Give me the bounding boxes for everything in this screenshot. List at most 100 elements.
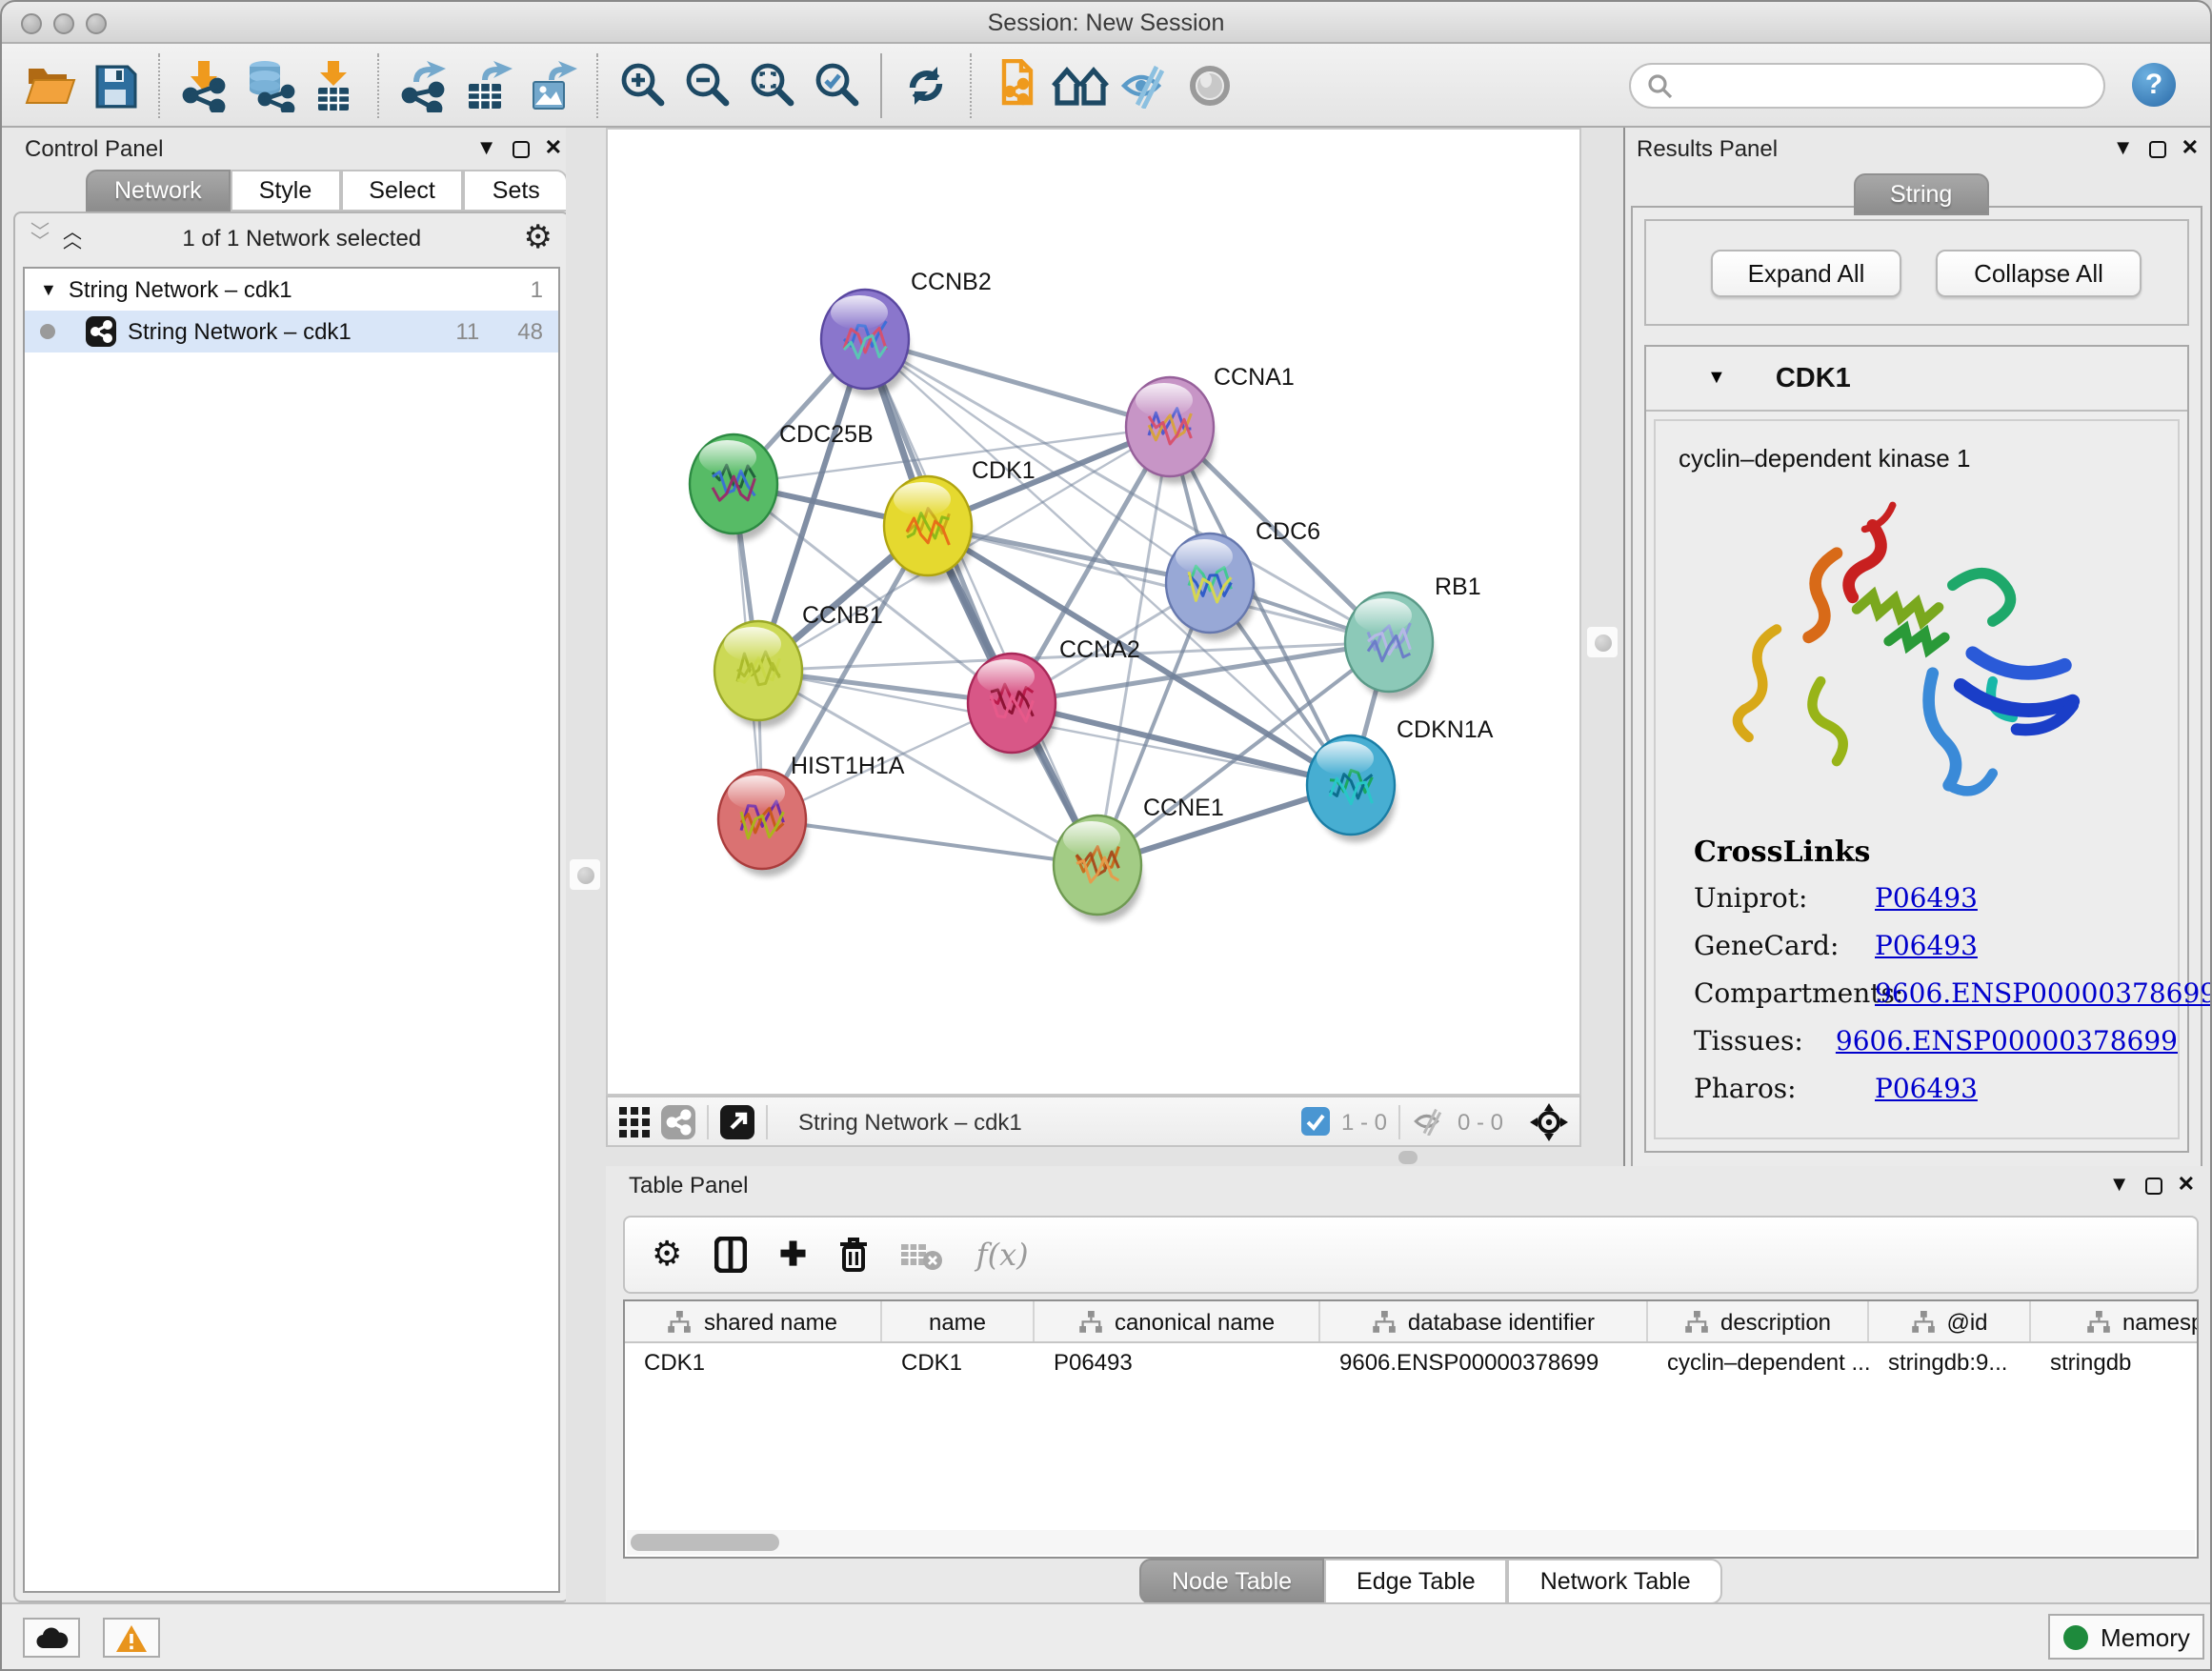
tab-style[interactable]: Style [231, 170, 341, 211]
tab-select[interactable]: Select [340, 170, 464, 211]
hide-icon[interactable] [1113, 50, 1177, 119]
right-splitter-handle[interactable] [1587, 627, 1618, 657]
expand-all-icon[interactable]: ︿︿ [63, 228, 80, 249]
table-hscrollbar-thumb[interactable] [631, 1534, 779, 1551]
table-row[interactable]: CDK1CDK1P064939606.ENSP00000378699cyclin… [625, 1343, 2197, 1385]
column-header-canonical-name[interactable]: canonical name [1035, 1301, 1320, 1341]
add-column-plus-icon[interactable]: ✚ [779, 1236, 807, 1274]
network-row[interactable]: String Network – cdk1 11 48 [25, 311, 558, 352]
network-node-ccnb2[interactable] [821, 290, 910, 396]
collapse-arrow-icon[interactable]: ▼ [40, 280, 57, 299]
crosslink-link[interactable]: 9606.ENSP00000378699 [1836, 1027, 2178, 1057]
table-cell[interactable]: P06493 [1035, 1343, 1320, 1385]
tab-sets[interactable]: Sets [464, 170, 569, 211]
tab-node-table[interactable]: Node Table [1139, 1559, 1324, 1604]
crosslink-link[interactable]: P06493 [1875, 884, 1978, 915]
table-cell[interactable]: 9606.ENSP00000378699 [1320, 1343, 1648, 1385]
column-header-database-identifier[interactable]: database identifier [1320, 1301, 1648, 1341]
column-header-namespace[interactable]: namespace [2031, 1301, 2199, 1341]
network-edge[interactable] [762, 819, 1097, 865]
collapse-all-button[interactable]: Collapse All [1936, 250, 2142, 297]
close-panel-icon[interactable]: ✕ [2178, 1175, 2195, 1196]
table-hscrollbar[interactable] [627, 1530, 2195, 1555]
left-splitter[interactable] [566, 128, 606, 1602]
refresh-icon[interactable] [894, 50, 958, 119]
crosslink-link[interactable]: P06493 [1875, 932, 1978, 962]
gear-icon[interactable]: ⚙ [524, 219, 553, 257]
network-node-cdc25b[interactable] [690, 434, 778, 541]
network-edge[interactable] [865, 339, 1170, 427]
import-database-icon[interactable] [236, 50, 301, 119]
help-icon[interactable]: ? [2132, 63, 2176, 107]
column-header-name[interactable]: name [882, 1301, 1035, 1341]
delete-table-icon[interactable] [902, 1239, 944, 1270]
zoom-fit-icon[interactable] [739, 50, 804, 119]
panel-menu-icon[interactable]: ▼ [2109, 1175, 2130, 1196]
horizontal-splitter-handle[interactable] [1398, 1150, 1418, 1163]
network-edge[interactable] [865, 339, 1097, 865]
hidden-eye-slash-icon[interactable] [1412, 1107, 1446, 1136]
memory-button[interactable]: Memory [2048, 1614, 2204, 1660]
left-splitter-handle[interactable] [570, 859, 600, 890]
network-node-cdk1[interactable] [884, 476, 973, 583]
cdk1-section-header[interactable]: ▼ CDK1 [1646, 347, 2187, 412]
float-panel-icon[interactable] [2145, 1177, 2162, 1194]
tab-string[interactable]: String [1854, 173, 1988, 215]
search-input[interactable] [1629, 62, 2105, 108]
close-panel-icon[interactable]: ✕ [2182, 138, 2199, 159]
share-document-icon[interactable] [983, 50, 1048, 119]
network-node-ccnb1[interactable] [714, 621, 803, 728]
column-header-description[interactable]: description [1648, 1301, 1869, 1341]
warning-status-button[interactable] [103, 1618, 160, 1658]
orb-icon[interactable] [1177, 50, 1242, 119]
show-columns-icon[interactable] [714, 1237, 747, 1273]
network-canvas[interactable]: CCNB2CCNA1CDC25BCDK1CDC6RB1CCNB1CCNA2CDK… [606, 128, 1581, 1096]
tab-network-table[interactable]: Network Table [1508, 1559, 1723, 1604]
column-header--id[interactable]: @id [1869, 1301, 2031, 1341]
export-table-icon[interactable] [455, 50, 520, 119]
zoom-selected-icon[interactable] [804, 50, 869, 119]
network-node-ccne1[interactable] [1054, 815, 1142, 922]
crosslink-link[interactable]: P06493 [1875, 1075, 1978, 1105]
network-node-cdkn1a[interactable] [1307, 735, 1396, 842]
open-session-icon[interactable] [17, 50, 82, 119]
table-cell[interactable]: CDK1 [625, 1343, 882, 1385]
network-node-hist1h1a[interactable] [718, 770, 807, 876]
network-view-icon[interactable] [661, 1104, 695, 1138]
import-table-icon[interactable] [301, 50, 366, 119]
panel-menu-icon[interactable]: ▼ [2113, 138, 2134, 159]
zoom-in-icon[interactable] [610, 50, 674, 119]
network-collection-row[interactable]: ▼ String Network – cdk1 1 [25, 269, 558, 311]
delete-column-trash-icon[interactable] [839, 1237, 870, 1273]
zoom-out-icon[interactable] [674, 50, 739, 119]
horizontal-splitter[interactable] [606, 1147, 1581, 1166]
function-builder-icon[interactable]: f(x) [976, 1237, 1029, 1273]
export-image-icon[interactable] [520, 50, 585, 119]
network-node-cdc6[interactable] [1166, 534, 1255, 640]
cloud-status-button[interactable] [23, 1618, 80, 1658]
table-settings-gear-icon[interactable]: ⚙ [652, 1235, 682, 1275]
column-header-shared-name[interactable]: shared name [625, 1301, 882, 1341]
tab-network[interactable]: Network [86, 170, 231, 211]
string-home-icon[interactable] [1048, 50, 1113, 119]
pan-crosshair-icon[interactable] [1530, 1102, 1568, 1140]
save-session-icon[interactable] [82, 50, 147, 119]
expand-all-button[interactable]: Expand All [1711, 250, 1901, 297]
detach-view-icon[interactable] [720, 1104, 754, 1138]
network-node-ccna1[interactable] [1126, 377, 1215, 484]
import-network-icon[interactable] [171, 50, 236, 119]
collapse-all-icon[interactable]: ﹀﹀ [30, 228, 48, 249]
close-panel-icon[interactable]: ✕ [545, 138, 562, 159]
tab-edge-table[interactable]: Edge Table [1324, 1559, 1508, 1604]
table-cell[interactable]: stringdb:9... [1869, 1343, 2031, 1385]
network-node-ccna2[interactable] [968, 654, 1056, 760]
birdseye-grid-icon[interactable] [619, 1106, 650, 1137]
table-cell[interactable]: CDK1 [882, 1343, 1035, 1385]
float-panel-icon[interactable] [2149, 140, 2166, 157]
selected-checkbox-icon[interactable] [1301, 1107, 1330, 1136]
table-cell[interactable]: stringdb [2031, 1343, 2199, 1385]
panel-menu-icon[interactable]: ▼ [476, 138, 497, 159]
section-collapse-arrow-icon[interactable]: ▼ [1707, 368, 1726, 389]
float-panel-icon[interactable] [513, 140, 530, 157]
crosslink-link[interactable]: 9606.ENSP00000378699 [1875, 979, 2212, 1010]
